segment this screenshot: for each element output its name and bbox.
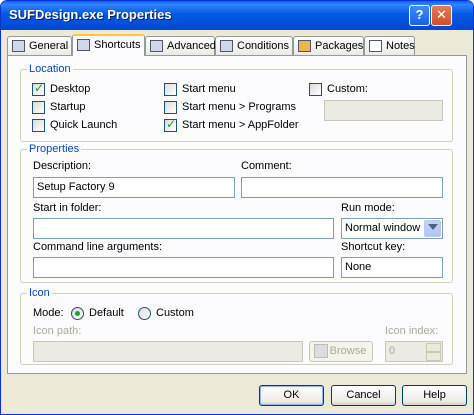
titlebar-help-button[interactable]: ? (409, 5, 430, 26)
tab-advanced[interactable]: Advanced (145, 36, 216, 55)
start-menu-appfolder-label: Start menu > AppFolder (182, 119, 299, 131)
desktop-label: Desktop (50, 83, 91, 95)
location-group: Location Desktop Startup Quick Launch St… (20, 63, 453, 142)
startup-label: Startup (50, 101, 86, 113)
custom-location-checkbox[interactable] (309, 83, 322, 96)
icon-mode-label: Mode: (33, 307, 64, 319)
icon-path-input[interactable] (33, 341, 303, 362)
tab-label: Shortcuts (94, 39, 141, 51)
run-mode-label: Run mode: (341, 202, 395, 214)
location-legend: Location (27, 63, 73, 75)
tab-shortcuts[interactable]: Shortcuts (72, 34, 145, 56)
cmd-args-input[interactable] (33, 257, 334, 278)
icon-default-label: Default (89, 307, 124, 319)
shortcuts-panel: Location Desktop Startup Quick Launch St… (7, 55, 467, 374)
desktop-checkbox[interactable] (32, 81, 45, 96)
start-menu-label: Start menu (182, 83, 236, 95)
icon-custom-label: Custom (156, 307, 194, 319)
tab-label: Advanced (167, 40, 216, 52)
icon-default-radio[interactable] (71, 307, 84, 320)
properties-group: Properties Description: Setup Factory 9 … (20, 143, 453, 283)
comment-input[interactable] (241, 177, 443, 198)
dropdown-arrow-button[interactable] (424, 220, 441, 237)
icon-index-value: 0 (389, 345, 396, 357)
tab-label: Packages (315, 40, 364, 52)
start-in-folder-input[interactable] (33, 218, 334, 239)
quick-launch-label: Quick Launch (50, 119, 118, 131)
titlebar-close-button[interactable]: ✕ (431, 5, 452, 26)
start-menu-programs-label: Start menu > Programs (182, 101, 297, 113)
tab-packages[interactable]: Packages (293, 36, 364, 55)
properties-dialog: SUFDesign.exe Properties ? ✕ General Sho… (0, 0, 474, 415)
chevron-down-icon (428, 224, 438, 230)
tab-label: Conditions (237, 40, 289, 52)
start-menu-programs-checkbox[interactable] (164, 101, 177, 114)
help-icon: ? (415, 7, 424, 22)
ok-button[interactable]: OK (259, 385, 324, 406)
spin-down-button[interactable] (426, 352, 441, 361)
cancel-button[interactable]: Cancel (331, 385, 396, 406)
window-title: SUFDesign.exe Properties (9, 7, 172, 22)
folder-icon (314, 344, 328, 358)
spin-up-button[interactable] (426, 343, 441, 352)
icon-group: Icon Mode: Default Custom Icon path: Bro… (20, 287, 453, 365)
description-label: Description: (33, 160, 92, 172)
tab-general[interactable]: General (7, 36, 72, 55)
tab-conditions[interactable]: Conditions (215, 36, 293, 55)
icon-custom-radio[interactable] (138, 307, 151, 320)
cmd-args-label: Command line arguments: (33, 241, 163, 253)
custom-location-label: Custom: (327, 83, 368, 95)
properties-legend: Properties (27, 143, 82, 155)
description-input[interactable]: Setup Factory 9 (33, 177, 235, 198)
browse-label: Browse (329, 345, 367, 357)
start-menu-appfolder-checkbox[interactable] (164, 117, 177, 132)
conditions-icon (220, 40, 233, 52)
icon-legend: Icon (27, 287, 52, 299)
startup-checkbox[interactable] (32, 101, 45, 114)
custom-location-input[interactable] (324, 100, 443, 121)
tab-notes[interactable]: Notes (364, 36, 415, 55)
advanced-icon (150, 40, 163, 52)
tab-label: General (29, 40, 69, 52)
shortcuts-icon (77, 39, 90, 51)
icon-path-label: Icon path: (33, 325, 82, 337)
quick-launch-checkbox[interactable] (32, 119, 45, 132)
start-menu-checkbox[interactable] (164, 83, 177, 96)
start-in-folder-label: Start in folder: (33, 202, 102, 214)
notes-icon (369, 40, 382, 52)
packages-icon (298, 40, 311, 52)
icon-index-label: Icon index: (385, 325, 439, 337)
tab-label: Notes (386, 40, 415, 52)
general-icon (12, 40, 25, 52)
browse-button[interactable]: Browse (309, 341, 373, 362)
shortcut-key-label: Shortcut key: (341, 241, 406, 253)
run-mode-select[interactable]: Normal window (341, 218, 443, 239)
icon-index-spinner[interactable]: 0 (385, 341, 443, 362)
run-mode-value: Normal window (345, 222, 421, 234)
title-bar[interactable]: SUFDesign.exe Properties ? ✕ (1, 1, 473, 30)
shortcut-key-input[interactable]: None (341, 257, 443, 278)
close-icon: ✕ (436, 7, 447, 22)
comment-label: Comment: (241, 160, 292, 172)
help-button[interactable]: Help (402, 385, 467, 406)
